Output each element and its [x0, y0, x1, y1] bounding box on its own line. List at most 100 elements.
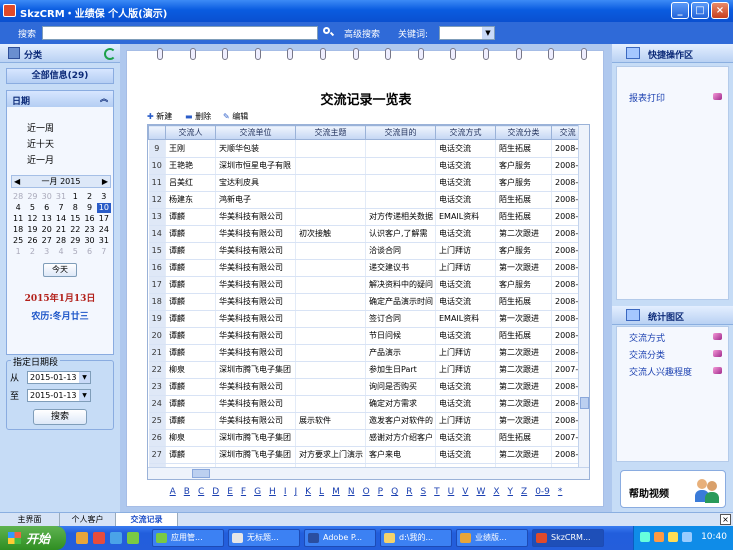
alphabet-link[interactable]: R	[406, 487, 412, 497]
alphabet-link[interactable]: D	[212, 487, 219, 497]
calendar-day[interactable]: 31	[97, 236, 111, 246]
calendar-day[interactable]: 28	[11, 192, 25, 202]
new-button[interactable]: ✚ 新建	[147, 111, 172, 122]
quicklaunch-icon[interactable]	[93, 532, 105, 544]
calendar-day[interactable]: 1	[68, 192, 82, 202]
alphabet-link[interactable]: H	[269, 487, 276, 497]
advanced-search-link[interactable]: 高级搜索	[344, 27, 380, 40]
calendar-day[interactable]: 3	[97, 192, 111, 202]
calendar-day[interactable]: 30	[40, 192, 54, 202]
table-row[interactable]: 26 柳泉 深圳市腾飞电子集团 感谢对方介绍客户 电话交流 陌生拓展 2007-0	[148, 429, 585, 447]
calendar-day[interactable]: 7	[97, 247, 111, 257]
alphabet-link[interactable]: O	[363, 487, 370, 497]
table-row[interactable]: 19 谭麟 华美科技有限公司 签订合同 EMAIL资料 第一次跟进 2008-0	[148, 310, 585, 328]
table-row[interactable]: 24 谭麟 华美科技有限公司 确定对方需求 电话交流 第二次跟进 2008-0	[148, 395, 585, 413]
quicklaunch-icon[interactable]	[110, 532, 122, 544]
calendar-day[interactable]: 24	[97, 225, 111, 235]
tray-icon[interactable]	[682, 532, 692, 542]
alphabet-link[interactable]: M	[332, 487, 340, 497]
chevron-down-icon[interactable]: ▼	[79, 372, 90, 383]
alphabet-link[interactable]: Y	[508, 487, 514, 497]
calendar-day[interactable]: 27	[40, 236, 54, 246]
alphabet-link[interactable]: K	[305, 487, 311, 497]
quicklaunch-icon[interactable]	[76, 532, 88, 544]
alphabet-link[interactable]: P	[378, 487, 383, 497]
scroll-thumb[interactable]	[580, 397, 589, 409]
edit-button[interactable]: ✎ 编辑	[223, 111, 248, 122]
tab-main[interactable]: 主界面	[0, 513, 60, 527]
column-header[interactable]: 交流目的	[365, 125, 436, 140]
from-date-input[interactable]: 2015-01-13 ▼	[27, 371, 91, 384]
next-month-icon[interactable]: ▶	[102, 176, 108, 187]
table-row[interactable]: 16 谭麟 华美科技有限公司 递交建议书 上门拜访 第一次跟进 2008-0	[148, 259, 585, 277]
tab-communication-records[interactable]: 交流记录	[116, 513, 178, 527]
period-week[interactable]: 近一周	[27, 121, 54, 134]
calendar-day[interactable]: 14	[54, 214, 68, 224]
records-table[interactable]: 交流人交流单位交流主题交流目的交流方式交流分类交流 8赵秋奇宏电子介绍软件推荐软…	[147, 124, 590, 480]
alphabet-link[interactable]: W	[476, 487, 485, 497]
calendar-day[interactable]: 5	[25, 203, 39, 213]
calendar-day[interactable]: 3	[40, 247, 54, 257]
calendar-day[interactable]: 22	[68, 225, 82, 235]
calendar-day[interactable]: 19	[25, 225, 39, 235]
scroll-thumb[interactable]	[192, 469, 210, 478]
column-header[interactable]	[148, 125, 166, 140]
collapse-icon[interactable]: ︽	[100, 93, 108, 104]
table-row[interactable]: 23 谭麟 华美科技有限公司 询问是否购买 电话交流 第二次跟进 2008-0	[148, 378, 585, 396]
tray-icon[interactable]	[640, 532, 650, 542]
all-info-button[interactable]: 全部信息(29)	[6, 68, 114, 84]
stats-item-interest[interactable]: 交流人兴趣程度	[629, 365, 692, 378]
column-header[interactable]: 交流人	[165, 125, 216, 140]
calendar-day[interactable]: 31	[54, 192, 68, 202]
alphabet-link[interactable]: V	[462, 487, 468, 497]
calendar-day[interactable]: 20	[40, 225, 54, 235]
alphabet-link[interactable]: F	[241, 487, 246, 497]
maximize-button[interactable]: □	[691, 2, 709, 19]
calendar-day[interactable]: 25	[11, 236, 25, 246]
refresh-icon[interactable]	[104, 48, 116, 60]
calendar-day[interactable]: 28	[54, 236, 68, 246]
taskbar-button[interactable]: d:\我的...	[380, 529, 452, 547]
calendar-day[interactable]: 4	[11, 203, 25, 213]
calendar-day[interactable]: 2	[82, 192, 96, 202]
prev-month-icon[interactable]: ◀	[14, 176, 20, 187]
close-button[interactable]: ×	[711, 2, 729, 19]
calendar-day[interactable]: 23	[82, 225, 96, 235]
period-month[interactable]: 近一月	[27, 153, 54, 166]
today-button[interactable]: 今天	[43, 263, 77, 277]
table-row[interactable]: 25 谭麟 华美科技有限公司 展示软件 邀发客户对软件的 上门拜访 第一次跟进 2008-0	[148, 412, 585, 430]
report-print-link[interactable]: 报表打印	[629, 91, 665, 104]
chevron-down-icon[interactable]: ▼	[79, 390, 90, 401]
period-ten-days[interactable]: 近十天	[27, 137, 54, 150]
chevron-down-icon[interactable]: ▼	[482, 27, 494, 39]
calendar-day[interactable]: 12	[25, 214, 39, 224]
calendar-day[interactable]: 21	[54, 225, 68, 235]
column-header[interactable]: 交流方式	[435, 125, 496, 140]
alphabet-link[interactable]: B	[184, 487, 190, 497]
calendar-day[interactable]: 6	[82, 247, 96, 257]
date-panel-header[interactable]: 日期 ︽	[7, 91, 113, 107]
alphabet-link[interactable]: T	[434, 487, 440, 497]
table-row[interactable]: 17 谭麟 华美科技有限公司 解决资料中的疑问 电话交流 客户服务 2008-0	[148, 276, 585, 294]
tab-personal-customers[interactable]: 个人客户	[60, 513, 116, 527]
table-row[interactable]: 13 谭麟 华美科技有限公司 对方传递相关数据 EMAIL资料 陌生拓展 2008-0	[148, 208, 585, 226]
taskbar-button[interactable]: 无标题...	[228, 529, 300, 547]
taskbar-button[interactable]: Adobe P...	[304, 529, 376, 547]
calendar-day[interactable]: 17	[97, 214, 111, 224]
calendar-day[interactable]: 30	[82, 236, 96, 246]
calendar-day[interactable]: 7	[54, 203, 68, 213]
calendar-day[interactable]: 29	[25, 192, 39, 202]
search-input[interactable]	[42, 26, 318, 40]
column-header[interactable]: 交流主题	[295, 125, 366, 140]
calendar-day[interactable]: 10	[96, 203, 111, 213]
alphabet-link[interactable]: 0-9	[535, 487, 550, 497]
table-row[interactable]: 18 谭麟 华美科技有限公司 确定产品演示时间 电话交流 陌生拓展 2008-0	[148, 293, 585, 311]
table-row[interactable]: 12 杨建东 鸿新电子 电话交流 陌生拓展 2008-0	[148, 191, 585, 209]
calendar-day[interactable]: 4	[54, 247, 68, 257]
table-row[interactable]: 10 王艳艳 深圳市恒星电子有限 电话交流 客户服务 2008-0	[148, 157, 585, 175]
alphabet-link[interactable]: X	[493, 487, 499, 497]
calendar-day[interactable]: 6	[40, 203, 54, 213]
close-tab-icon[interactable]: ×	[720, 514, 731, 525]
calendar-day[interactable]: 5	[68, 247, 82, 257]
calendar-day[interactable]: 26	[25, 236, 39, 246]
